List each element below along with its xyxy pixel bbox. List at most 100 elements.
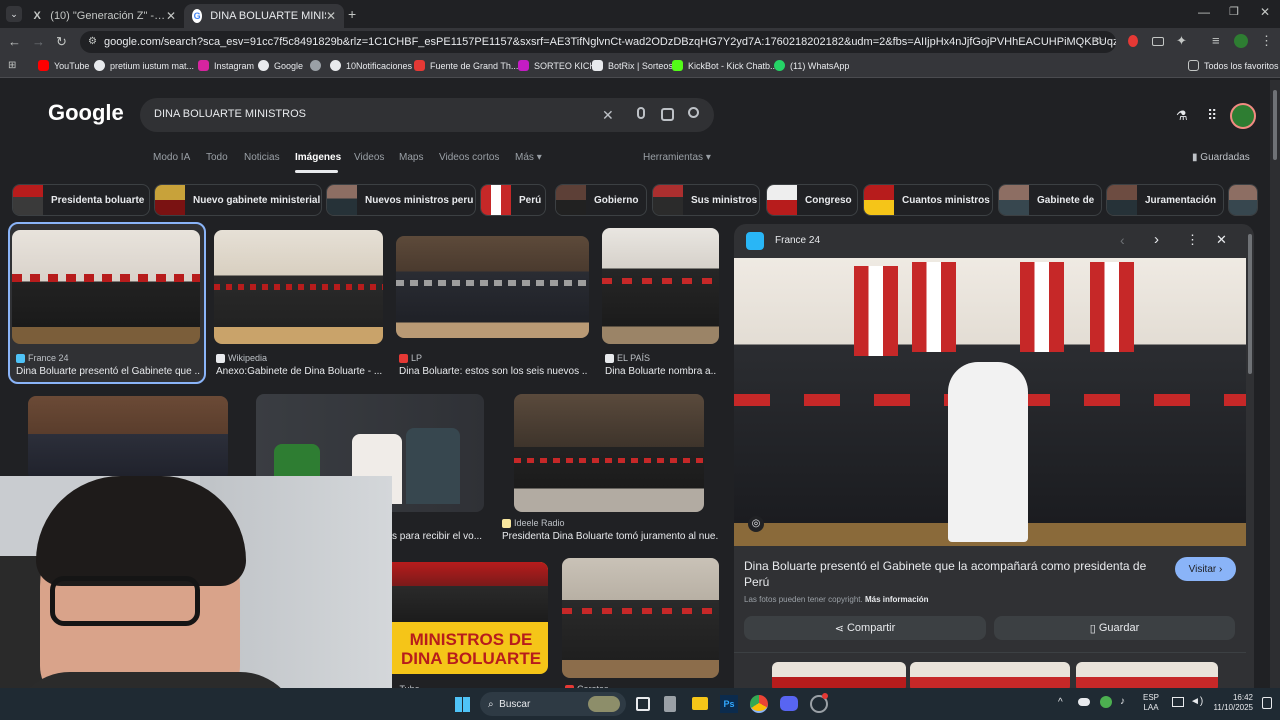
result-title[interactable]: Dina Boluarte presentó el Gabinete que .… bbox=[16, 366, 200, 377]
search-icon[interactable] bbox=[688, 107, 699, 118]
windows-start-icon[interactable] bbox=[455, 697, 470, 712]
result-image[interactable] bbox=[396, 236, 589, 338]
bookmark-pretium[interactable]: pretium iustum mat... bbox=[94, 60, 194, 71]
chip-more[interactable] bbox=[1228, 184, 1258, 216]
close-icon[interactable]: ✕ bbox=[166, 9, 176, 23]
result-title[interactable]: Anexo:Gabinete de Dina Boluarte - ... bbox=[216, 366, 384, 377]
chip-peru[interactable]: Perú bbox=[480, 184, 546, 216]
chip-nuevos-ministros[interactable]: Nuevos ministros peru bbox=[326, 184, 476, 216]
tray-app-icon[interactable] bbox=[1100, 696, 1112, 708]
camera-lens-icon[interactable] bbox=[661, 108, 674, 121]
reload-icon[interactable]: ↻ bbox=[56, 34, 67, 50]
preview-image[interactable]: ◎ bbox=[734, 258, 1246, 546]
visit-button[interactable]: Visitar › bbox=[1175, 557, 1236, 581]
result-title[interactable]: s para recibir el vo... bbox=[392, 531, 492, 542]
close-window-button[interactable]: ✕ bbox=[1260, 5, 1270, 19]
tab-noticias[interactable]: Noticias bbox=[244, 152, 280, 163]
bookmark-instagram[interactable]: Instagram bbox=[198, 60, 254, 71]
chip-gabinete-de[interactable]: Gabinete de bbox=[998, 184, 1102, 216]
back-icon[interactable]: ← bbox=[8, 34, 21, 49]
chip-congreso[interactable]: Congreso bbox=[766, 184, 858, 216]
chevron-up-icon[interactable]: ^ bbox=[1058, 697, 1063, 708]
result-image[interactable] bbox=[602, 228, 719, 344]
search-query[interactable]: DINA BOLUARTE MINISTROS bbox=[154, 108, 306, 120]
more-info-link[interactable]: Más información bbox=[865, 595, 929, 604]
result-image[interactable] bbox=[514, 394, 704, 512]
lens-search-icon[interactable]: ◎ bbox=[748, 516, 764, 532]
reading-list-icon[interactable]: ≡ bbox=[1212, 33, 1220, 48]
save-button[interactable]: ▯ Guardar bbox=[994, 616, 1235, 640]
google-logo[interactable]: Google bbox=[48, 100, 124, 126]
result-image[interactable] bbox=[562, 558, 719, 678]
app-icon[interactable] bbox=[664, 696, 676, 712]
tab-x-search[interactable]: X (10) "Generación Z" - Buscar / X ✕ bbox=[24, 4, 184, 28]
task-view-icon[interactable] bbox=[636, 697, 650, 711]
saved-button[interactable]: ▮ Guardadas bbox=[1192, 152, 1250, 163]
tools-button[interactable]: Herramientas ▾ bbox=[643, 152, 711, 163]
menu-icon[interactable]: ⋮ bbox=[1260, 33, 1273, 49]
network-icon[interactable] bbox=[1172, 697, 1184, 707]
microphone-icon[interactable] bbox=[637, 107, 645, 119]
clock[interactable]: 16:42 11/10/2025 bbox=[1207, 693, 1253, 713]
address-bar[interactable]: ⚙ google.com/search?sca_esv=91cc7f5c8491… bbox=[80, 31, 1116, 53]
related-image[interactable] bbox=[772, 662, 906, 688]
chip-juramentacion[interactable]: Juramentación bbox=[1106, 184, 1224, 216]
apps-grid-icon[interactable]: ⠿ bbox=[1207, 107, 1217, 124]
bookmark-youtube[interactable]: YouTube bbox=[38, 60, 89, 71]
tab-videos-cortos[interactable]: Videos cortos bbox=[439, 152, 499, 163]
chip-nuevo-gabinete[interactable]: Nuevo gabinete ministerial bbox=[154, 184, 322, 216]
related-image[interactable] bbox=[910, 662, 1070, 688]
taskbar-search[interactable]: ⌕ Buscar bbox=[480, 692, 626, 716]
account-avatar[interactable] bbox=[1230, 103, 1256, 129]
profile-avatar[interactable] bbox=[1234, 34, 1248, 48]
bookmark-whatsapp[interactable]: (11) WhatsApp bbox=[774, 60, 849, 71]
chip-gobierno[interactable]: Gobierno bbox=[555, 184, 647, 216]
share-button[interactable]: ⋖ Compartir bbox=[744, 616, 986, 640]
chip-sus-ministros[interactable]: Sus ministros bbox=[652, 184, 760, 216]
tab-search-button[interactable]: ⌄ bbox=[6, 6, 22, 22]
language-indicator[interactable]: ESP LAA bbox=[1143, 693, 1159, 713]
more-options-icon[interactable]: ⋮ bbox=[1186, 232, 1199, 248]
result-image[interactable] bbox=[12, 230, 200, 344]
bookmark-unnamed[interactable] bbox=[310, 60, 326, 71]
tab-maps[interactable]: Maps bbox=[399, 152, 423, 163]
tab-imagenes[interactable]: Imágenes bbox=[295, 152, 341, 163]
result-image[interactable] bbox=[28, 396, 228, 480]
tab-google-images[interactable]: G DINA BOLUARTE MINISTROS - ✕ bbox=[184, 4, 344, 28]
site-info-icon[interactable]: ⚙ bbox=[88, 31, 97, 53]
chip-presidenta-boluarte[interactable]: Presidenta boluarte bbox=[12, 184, 150, 216]
panel-title[interactable]: Dina Boluarte presentó el Gabinete que l… bbox=[744, 558, 1162, 590]
close-icon[interactable]: ✕ bbox=[1216, 232, 1227, 248]
restore-button[interactable]: ❐ bbox=[1229, 5, 1239, 18]
panel-source[interactable]: France 24 bbox=[775, 235, 820, 246]
extension-icon[interactable] bbox=[1128, 35, 1138, 47]
new-tab-button[interactable]: + bbox=[348, 6, 356, 22]
bookmark-grand-theft[interactable]: Fuente de Grand Th... bbox=[414, 60, 518, 71]
scrollbar[interactable] bbox=[1270, 80, 1280, 688]
photoshop-icon[interactable]: Ps bbox=[720, 695, 738, 713]
bookmark-google[interactable]: Google bbox=[258, 60, 303, 71]
panel-scrollbar[interactable] bbox=[1248, 234, 1252, 374]
minimize-button[interactable]: — bbox=[1198, 5, 1210, 19]
extensions-puzzle-icon[interactable]: ✦ bbox=[1176, 33, 1187, 49]
next-icon[interactable]: › bbox=[1154, 231, 1159, 248]
result-image[interactable]: MINISTROS DE DINA BOLUARTE bbox=[392, 562, 548, 674]
labs-flask-icon[interactable]: ⚗ bbox=[1176, 108, 1188, 124]
bookmark-sorteo-kick[interactable]: SORTEO KICK bbox=[518, 60, 595, 71]
clear-icon[interactable]: ✕ bbox=[602, 107, 614, 124]
bookmark-10notificaciones[interactable]: 10Notificaciones bbox=[330, 60, 412, 71]
result-title[interactable]: Dina Boluarte: estos son los seis nuevos… bbox=[399, 366, 587, 377]
result-title[interactable]: Dina Boluarte nombra a... bbox=[605, 366, 717, 377]
discord-icon[interactable] bbox=[780, 696, 798, 711]
bookmark-kickbot[interactable]: KickBot - Kick Chatb... bbox=[672, 60, 778, 71]
bookmark-botrix[interactable]: BotRix | Sorteos bbox=[592, 60, 673, 71]
forward-icon[interactable]: → bbox=[32, 34, 45, 49]
tab-modo-ia[interactable]: Modo IA bbox=[153, 152, 190, 163]
volume-icon[interactable]: ◄) bbox=[1190, 696, 1203, 707]
tab-videos[interactable]: Videos bbox=[354, 152, 384, 163]
extension-icon[interactable] bbox=[1152, 37, 1164, 46]
result-title[interactable]: Presidenta Dina Boluarte tomó juramento … bbox=[502, 531, 718, 542]
file-explorer-icon[interactable] bbox=[692, 697, 708, 710]
bookmark-star-icon[interactable]: ☆ bbox=[1094, 34, 1105, 48]
tab-mas[interactable]: Más ▾ bbox=[515, 152, 542, 163]
